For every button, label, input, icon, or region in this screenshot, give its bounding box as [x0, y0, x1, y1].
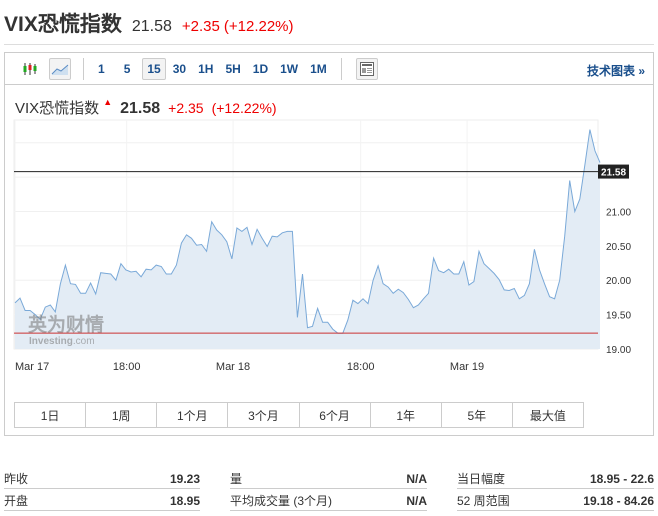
x-tick-label: 18:00 [113, 361, 141, 373]
stat-label: 昨收 [4, 472, 29, 486]
stat-52w-range: 52 周范围 19.18 - 84.26 [457, 491, 654, 511]
stat-value: N/A [406, 493, 427, 508]
y-tick-label: 20.50 [606, 242, 631, 253]
watermark-logo: 英为财情 Investing.com [28, 313, 104, 347]
stats-table: 昨收 19.23 量 N/A 当日幅度 18.95 - 22.6 开盘 18.95 平均… [4, 468, 654, 512]
stat-prev-close: 昨收 19.23 [4, 469, 200, 489]
stat-value: 19.18 - 84.26 [583, 493, 654, 508]
stat-value: N/A [406, 471, 427, 486]
stat-open: 开盘 18.95 [4, 491, 200, 511]
y-tick-label: 19.00 [606, 345, 631, 356]
range-1d[interactable]: 1日 [15, 403, 87, 427]
x-tick-label: Mar 18 [216, 361, 250, 373]
current-price-label: 21.58 [601, 168, 626, 179]
x-tick-label: Mar 19 [450, 361, 484, 373]
stat-value: 18.95 - 22.6 [589, 471, 654, 486]
range-1m[interactable]: 1个月 [157, 403, 229, 427]
stat-label: 52 周范围 [457, 494, 510, 508]
range-6m[interactable]: 6个月 [300, 403, 371, 427]
stat-label: 平均成交量 (3个月) [230, 494, 333, 508]
price-chart[interactable]: 英为财情 Investing.com 21.58 19.00 19.50 20.00… [0, 0, 658, 380]
range-1w[interactable]: 1周 [86, 403, 158, 427]
y-tick-label: 19.50 [606, 311, 631, 322]
range-5y[interactable]: 5年 [442, 403, 513, 427]
stat-label: 量 [230, 472, 243, 486]
y-tick-label: 21.00 [606, 207, 631, 218]
range-max[interactable]: 最大值 [513, 403, 583, 427]
stat-avg-volume: 平均成交量 (3个月) N/A [230, 491, 427, 511]
y-tick-label: 20.00 [606, 276, 631, 287]
range-1y[interactable]: 1年 [371, 403, 442, 427]
range-3m[interactable]: 3个月 [228, 403, 300, 427]
stat-label: 当日幅度 [457, 472, 506, 486]
stat-day-range: 当日幅度 18.95 - 22.6 [457, 469, 654, 489]
range-selector: 1日 1周 1个月 3个月 6个月 1年 5年 最大值 [14, 402, 584, 428]
stat-value: 18.95 [169, 493, 200, 508]
svg-text:英为财情: 英为财情 [28, 313, 104, 336]
svg-text:Investing.com: Investing.com [29, 336, 95, 347]
stat-volume: 量 N/A [230, 469, 427, 489]
stat-label: 开盘 [4, 494, 29, 508]
stat-value: 19.23 [169, 471, 200, 486]
x-tick-label: 18:00 [347, 361, 375, 373]
x-tick-label: Mar 17 [15, 361, 49, 373]
